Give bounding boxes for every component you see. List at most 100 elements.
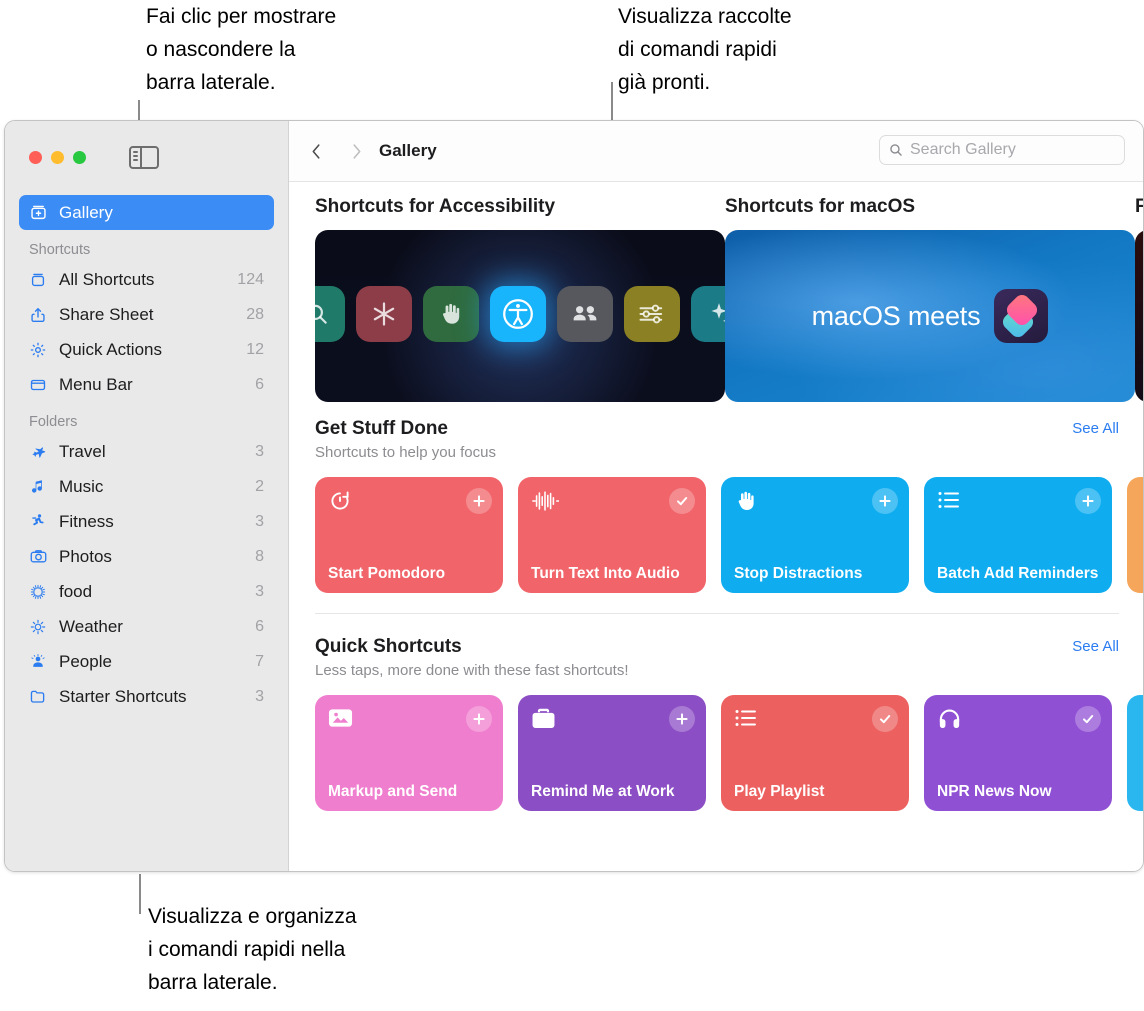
shortcut-card[interactable]: Play Playlist (721, 695, 909, 811)
shortcut-card[interactable]: Stop Distractions (721, 477, 909, 593)
sidebar-item-label: All Shortcuts (59, 269, 155, 289)
collection-banner-macos[interactable]: macOS meets (725, 230, 1135, 402)
sidebar-toggle-icon[interactable] (129, 146, 159, 169)
collection-title: Shortcuts for Accessibility (315, 196, 556, 217)
sidebar-item-count: 12 (246, 340, 264, 358)
sidebar-toggle-lines (133, 151, 138, 163)
shortcut-card[interactable]: Remind Me at Work (518, 695, 706, 811)
leader-line-organize-sidebar (139, 874, 141, 914)
sidebar-item-count: 3 (255, 687, 264, 705)
collection-title: Shortcuts for macOS (725, 196, 916, 217)
close-button[interactable] (29, 151, 42, 164)
add-badge[interactable] (669, 706, 695, 732)
sidebar-item-share-sheet[interactable]: Share Sheet 28 (19, 297, 274, 332)
collection-banner-accessibility[interactable] (315, 230, 725, 402)
airplane-icon (29, 442, 55, 462)
card-title: Batch Add Reminders (937, 565, 1099, 582)
sidebar-toggle-divider (140, 146, 142, 169)
sidebar-item-label: Travel (59, 441, 106, 461)
add-badge[interactable] (1075, 488, 1101, 514)
collection-banner-cut[interactable] (1135, 230, 1143, 402)
magnifier-icon (315, 286, 345, 342)
asterisk-icon (356, 286, 412, 342)
sidebar-item-menu-bar[interactable]: Menu Bar 6 (19, 367, 274, 402)
gear-icon (29, 340, 55, 360)
forward-icon[interactable] (343, 138, 369, 164)
sidebar-item-quick-actions[interactable]: Quick Actions 12 (19, 332, 274, 367)
add-badge[interactable] (872, 488, 898, 514)
sidebar-item-all-shortcuts[interactable]: All Shortcuts 124 (19, 262, 274, 297)
section-title: Quick Shortcuts (315, 636, 462, 657)
card-title: Markup and Send (328, 783, 458, 800)
toolbar: Gallery Search Gallery (289, 121, 1143, 182)
sidebar-item-people[interactable]: People 7 (19, 644, 274, 679)
sidebar-item-label: Fitness (59, 511, 114, 531)
shortcut-card[interactable]: Start Pomodoro (315, 477, 503, 593)
sidebar-item-label: Quick Actions (59, 339, 162, 359)
search-icon (889, 143, 903, 157)
card-row: Markup and Send Remind Me at Work Play P… (315, 695, 1143, 811)
see-all-link[interactable]: See All (1072, 638, 1119, 655)
section-header: Quick Shortcuts Less taps, more done wit… (315, 636, 1143, 679)
sidebar-item-starter-shortcuts[interactable]: Starter Shortcuts 3 (19, 679, 274, 714)
sidebar-item-count: 6 (255, 617, 264, 635)
sidebar-item-count: 8 (255, 547, 264, 565)
sidebar-list: Gallery Shortcuts All Shortcuts 124 Shar… (5, 195, 288, 714)
gallery-scroll-area[interactable]: Shortcuts for Accessibility Shortcuts fo… (289, 182, 1143, 871)
sidebar-item-label: Weather (59, 616, 123, 636)
sidebar-item-food[interactable]: food 3 (19, 574, 274, 609)
shortcut-card-partial[interactable] (1127, 477, 1143, 593)
sidebar-item-count: 3 (255, 582, 264, 600)
card-title: Turn Text Into Audio (531, 565, 680, 582)
collection-macos[interactable]: Shortcuts for macOS macOS meets (725, 196, 1135, 402)
sidebar-item-fitness[interactable]: Fitness 3 (19, 504, 274, 539)
shortcut-card-partial[interactable] (1127, 695, 1143, 811)
sidebar-item-count: 7 (255, 652, 264, 670)
add-badge[interactable] (466, 706, 492, 732)
sidebar-item-label: Menu Bar (59, 374, 133, 394)
zoom-button[interactable] (73, 151, 86, 164)
check-badge[interactable] (872, 706, 898, 732)
collection-title: F (1135, 196, 1143, 218)
sidebar-item-label: Photos (59, 546, 112, 566)
sparkle-icon (691, 286, 725, 342)
shortcut-card[interactable]: Batch Add Reminders (924, 477, 1112, 593)
sliders-icon (624, 286, 680, 342)
collection-accessibility[interactable]: Shortcuts for Accessibility (315, 196, 725, 402)
check-badge[interactable] (669, 488, 695, 514)
sidebar-item-gallery[interactable]: Gallery (19, 195, 274, 230)
accessibility-icon-tiles (315, 286, 725, 342)
see-all-link[interactable]: See All (1072, 420, 1119, 437)
callout-view-collections: Visualizza raccolte di comandi rapidi gi… (618, 5, 792, 94)
section-divider (315, 613, 1119, 614)
macos-banner-text: macOS meets (811, 300, 981, 331)
sidebar-item-count: 3 (255, 442, 264, 460)
sidebar-item-music[interactable]: Music 2 (19, 469, 274, 504)
card-title: Play Playlist (734, 783, 825, 800)
menubar-icon (29, 375, 55, 395)
search-input-placeholder: Search Gallery (910, 141, 1016, 158)
back-icon[interactable] (303, 138, 329, 164)
section-subtitle: Shortcuts to help you focus (315, 444, 496, 461)
collections-row: Shortcuts for Accessibility Shortcuts fo… (289, 196, 1143, 402)
minimize-button[interactable] (51, 151, 64, 164)
sidebar-item-travel[interactable]: Travel 3 (19, 434, 274, 469)
shortcut-card[interactable]: Markup and Send (315, 695, 503, 811)
shortcut-card[interactable]: NPR News Now (924, 695, 1112, 811)
check-badge[interactable] (1075, 706, 1101, 732)
collection-cut-off[interactable]: F (1135, 196, 1143, 402)
shortcut-card[interactable]: Turn Text Into Audio (518, 477, 706, 593)
search-field[interactable]: Search Gallery (879, 135, 1125, 165)
card-title: Start Pomodoro (328, 565, 446, 582)
sidebar-item-label: People (59, 651, 112, 671)
sidebar-item-label: Starter Shortcuts (59, 686, 187, 706)
shortcuts-icon (29, 270, 55, 290)
sidebar-item-weather[interactable]: Weather 6 (19, 609, 274, 644)
share-icon (29, 305, 55, 325)
shortcuts-app-window: Gallery Shortcuts All Shortcuts 124 Shar… (4, 120, 1144, 872)
sidebar-item-photos[interactable]: Photos 8 (19, 539, 274, 574)
add-badge[interactable] (466, 488, 492, 514)
sidebar-section-header-folders: Folders (29, 414, 78, 430)
sidebar-item-count: 28 (246, 305, 264, 323)
sidebar-item-count: 6 (255, 375, 264, 393)
